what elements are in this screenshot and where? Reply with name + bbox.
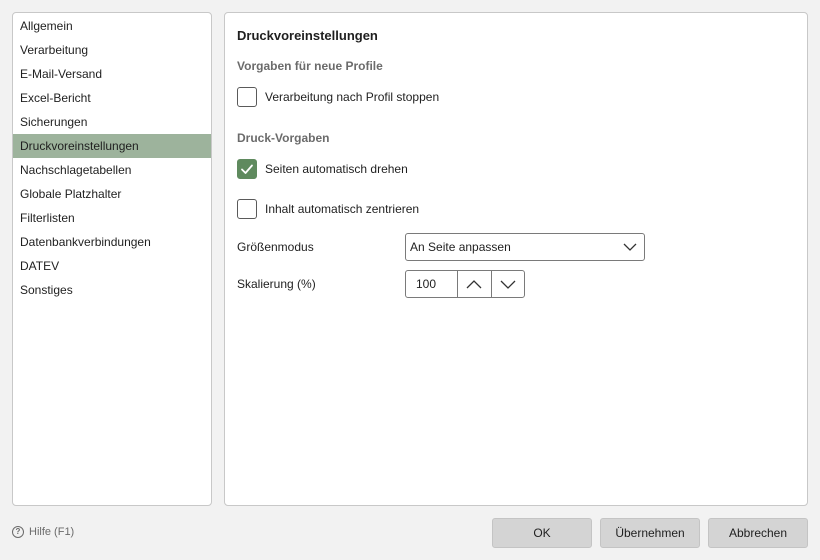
checkbox-box[interactable] bbox=[237, 199, 257, 219]
checkbox-label: Seiten automatisch drehen bbox=[265, 162, 408, 176]
checkmark-icon bbox=[241, 164, 253, 174]
sidebar-item-datev[interactable]: DATEV bbox=[13, 254, 211, 278]
sidebar-item-allgemein[interactable]: Allgemein bbox=[13, 14, 211, 38]
settings-panel: Druckvoreinstellungen Vorgaben für neue … bbox=[224, 12, 808, 506]
size-mode-select[interactable]: An Seite anpassen bbox=[405, 233, 645, 261]
size-mode-label: Größenmodus bbox=[237, 240, 314, 254]
page-title: Druckvoreinstellungen bbox=[237, 28, 378, 43]
chevron-up-icon bbox=[466, 279, 482, 288]
sidebar-item-datenbankverbindungen[interactable]: Datenbankverbindungen bbox=[13, 230, 211, 254]
settings-sidebar: Allgemein Verarbeitung E-Mail-Versand Ex… bbox=[12, 12, 212, 506]
sidebar-item-sicherungen[interactable]: Sicherungen bbox=[13, 110, 211, 134]
auto-rotate-checkbox[interactable]: Seiten automatisch drehen bbox=[237, 159, 408, 179]
checkbox-box[interactable] bbox=[237, 87, 257, 107]
scaling-stepper bbox=[405, 270, 525, 298]
decrement-button[interactable] bbox=[490, 271, 525, 297]
sidebar-item-filterlisten[interactable]: Filterlisten bbox=[13, 206, 211, 230]
size-mode-value: An Seite anpassen bbox=[410, 240, 511, 254]
increment-button[interactable] bbox=[457, 271, 491, 297]
chevron-down-icon[interactable] bbox=[616, 234, 644, 260]
sidebar-item-nachschlagetabellen[interactable]: Nachschlagetabellen bbox=[13, 158, 211, 182]
sidebar-item-verarbeitung[interactable]: Verarbeitung bbox=[13, 38, 211, 62]
help-link[interactable]: ? Hilfe (F1) bbox=[12, 526, 74, 538]
sidebar-item-globale-platzhalter[interactable]: Globale Platzhalter bbox=[13, 182, 211, 206]
chevron-down-icon bbox=[500, 280, 516, 289]
scaling-input[interactable] bbox=[406, 271, 457, 297]
stop-after-profile-checkbox[interactable]: Verarbeitung nach Profil stoppen bbox=[237, 87, 439, 107]
scaling-label: Skalierung (%) bbox=[237, 277, 316, 291]
cancel-button[interactable]: Abbrechen bbox=[708, 518, 808, 548]
sidebar-item-excel-bericht[interactable]: Excel-Bericht bbox=[13, 86, 211, 110]
help-icon: ? bbox=[12, 526, 24, 538]
section-heading-print: Druck-Vorgaben bbox=[237, 131, 330, 145]
auto-center-checkbox[interactable]: Inhalt automatisch zentrieren bbox=[237, 199, 419, 219]
checkbox-label: Inhalt automatisch zentrieren bbox=[265, 202, 420, 216]
checkbox-box[interactable] bbox=[237, 159, 257, 179]
ok-button[interactable]: OK bbox=[492, 518, 592, 548]
apply-button[interactable]: Übernehmen bbox=[600, 518, 700, 548]
section-heading-profiles: Vorgaben für neue Profile bbox=[237, 59, 383, 73]
sidebar-item-email-versand[interactable]: E-Mail-Versand bbox=[13, 62, 211, 86]
sidebar-item-druckvoreinstellungen[interactable]: Druckvoreinstellungen bbox=[13, 134, 211, 158]
checkbox-label: Verarbeitung nach Profil stoppen bbox=[265, 90, 440, 104]
help-label: Hilfe (F1) bbox=[29, 526, 75, 538]
sidebar-item-sonstiges[interactable]: Sonstiges bbox=[13, 278, 211, 302]
